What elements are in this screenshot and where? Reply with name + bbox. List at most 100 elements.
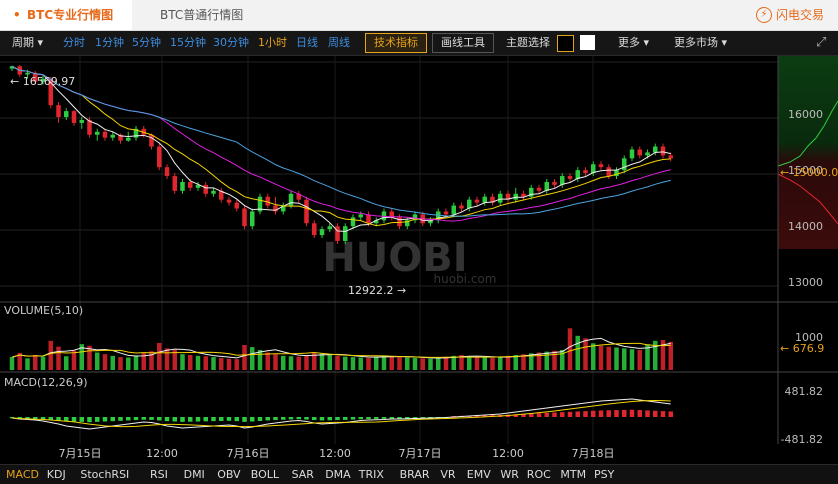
macd-bar [242, 417, 247, 422]
volume-bar [637, 350, 642, 370]
indicator-dma[interactable]: DMA [325, 465, 351, 484]
volume-bar [203, 356, 208, 370]
volume-bar [389, 356, 394, 370]
interval-15min[interactable]: 15分钟 [170, 31, 206, 55]
candle-body [327, 226, 332, 230]
macd-bar [358, 417, 363, 420]
macd-bar [157, 417, 162, 421]
volume-current-label: ← 676.9 [780, 342, 824, 355]
volume-bar [110, 355, 115, 370]
candle-body [102, 131, 108, 138]
indicator-brar[interactable]: BRAR [400, 465, 430, 484]
price-tick-13000: 13000 [788, 276, 823, 289]
interval-week[interactable]: 周线 [328, 31, 350, 55]
macd-bar [118, 417, 123, 421]
interval-timeline[interactable]: 分时 [63, 31, 85, 55]
candle-body [660, 146, 666, 156]
tech-indicator-button[interactable]: 技术指标 [365, 33, 427, 53]
ma20-line [11, 65, 671, 222]
volume-bar [234, 359, 239, 370]
macd-bar [591, 410, 596, 417]
volume-bar [505, 355, 511, 370]
volume-bar [567, 328, 573, 370]
macd-bar [660, 411, 666, 417]
macd-bar [606, 410, 611, 417]
candle-body [343, 226, 348, 241]
volume-bar [9, 357, 15, 370]
volume-bar [350, 357, 356, 370]
macd-bar [71, 417, 77, 422]
macd-bar [281, 417, 286, 420]
candle-body [164, 167, 170, 177]
candle-body [335, 226, 340, 241]
indicator-vr[interactable]: VR [440, 465, 455, 484]
tab-professional-chart[interactable]: • BTC专业行情图 [0, 0, 132, 30]
interval-day[interactable]: 日线 [296, 31, 318, 55]
interval-1hour[interactable]: 1小时 [258, 31, 287, 55]
indicator-emv[interactable]: EMV [467, 465, 491, 484]
volume-bar [296, 356, 301, 370]
indicator-kdj[interactable]: KDJ [47, 465, 66, 484]
more-dropdown[interactable]: 更多 ▾ [618, 31, 649, 55]
caret-down-icon: ▾ [721, 36, 728, 49]
volume-bar [358, 357, 363, 370]
macd-bar [95, 417, 100, 422]
macd-bar [211, 417, 216, 422]
candle-body [498, 193, 503, 203]
candle-body [606, 167, 611, 177]
candle-body [459, 205, 464, 209]
indicator-roc[interactable]: ROC [527, 465, 551, 484]
candle-body [312, 223, 317, 236]
volume-bar [482, 357, 487, 370]
indicator-mtm[interactable]: MTM [560, 465, 586, 484]
volume-bar [591, 343, 596, 370]
macd-bar [327, 417, 332, 421]
indicator-stochrsi[interactable]: StochRSI [80, 465, 129, 484]
indicator-boll[interactable]: BOLL [251, 465, 279, 484]
indicator-rsi[interactable]: RSI [150, 465, 168, 484]
volume-bar [606, 346, 611, 370]
period-dropdown[interactable]: 周期 ▾ [12, 31, 43, 55]
macd-bar [614, 410, 619, 417]
macd-bar [265, 417, 270, 421]
macd-bar [133, 417, 139, 421]
interval-5min[interactable]: 5分钟 [132, 31, 161, 55]
indicator-dmi[interactable]: DMI [184, 465, 205, 484]
macd-bar [164, 417, 170, 422]
indicator-obv[interactable]: OBV [217, 465, 240, 484]
indicator-trix[interactable]: TRIX [359, 465, 384, 484]
price-tick-14000: 14000 [788, 220, 823, 233]
draw-tools-button[interactable]: 画线工具 [432, 33, 494, 53]
indicator-macd[interactable]: MACD [6, 465, 39, 484]
macd-bar [583, 411, 588, 417]
candle-body [319, 229, 325, 236]
macd-bar [381, 417, 387, 419]
volume-bar [668, 341, 673, 370]
indicator-psy[interactable]: PSY [594, 465, 614, 484]
volume-bar [614, 347, 619, 370]
volume-bar [629, 349, 635, 370]
macd-bar [234, 417, 239, 422]
macd-bar [536, 413, 542, 417]
macd-bar [629, 409, 635, 417]
tab-simple-chart[interactable]: BTC普通行情图 [160, 0, 243, 30]
expand-arrows-icon[interactable]: ⤢ [816, 31, 826, 55]
volume-bar [250, 347, 255, 370]
lightning-icon: ⚡ [755, 6, 772, 23]
macd-bar [552, 412, 557, 417]
candle-body [149, 134, 154, 147]
theme-light-swatch[interactable] [580, 35, 595, 50]
more-market-dropdown[interactable]: 更多市场 ▾ [674, 31, 727, 55]
macd-bar [250, 417, 255, 422]
flash-trade-link[interactable]: ⚡ 闪电交易 [755, 0, 824, 30]
candle-body [56, 105, 61, 118]
more-market-label: 更多市场 [674, 36, 718, 49]
theme-dark-swatch[interactable] [557, 35, 574, 52]
time-label: 12:00 [146, 447, 178, 460]
interval-1min[interactable]: 1分钟 [95, 31, 124, 55]
volume-bar [467, 356, 472, 370]
volume-bar [420, 358, 425, 370]
indicator-sar[interactable]: SAR [292, 465, 314, 484]
interval-30min[interactable]: 30分钟 [213, 31, 249, 55]
indicator-wr[interactable]: WR [500, 465, 519, 484]
